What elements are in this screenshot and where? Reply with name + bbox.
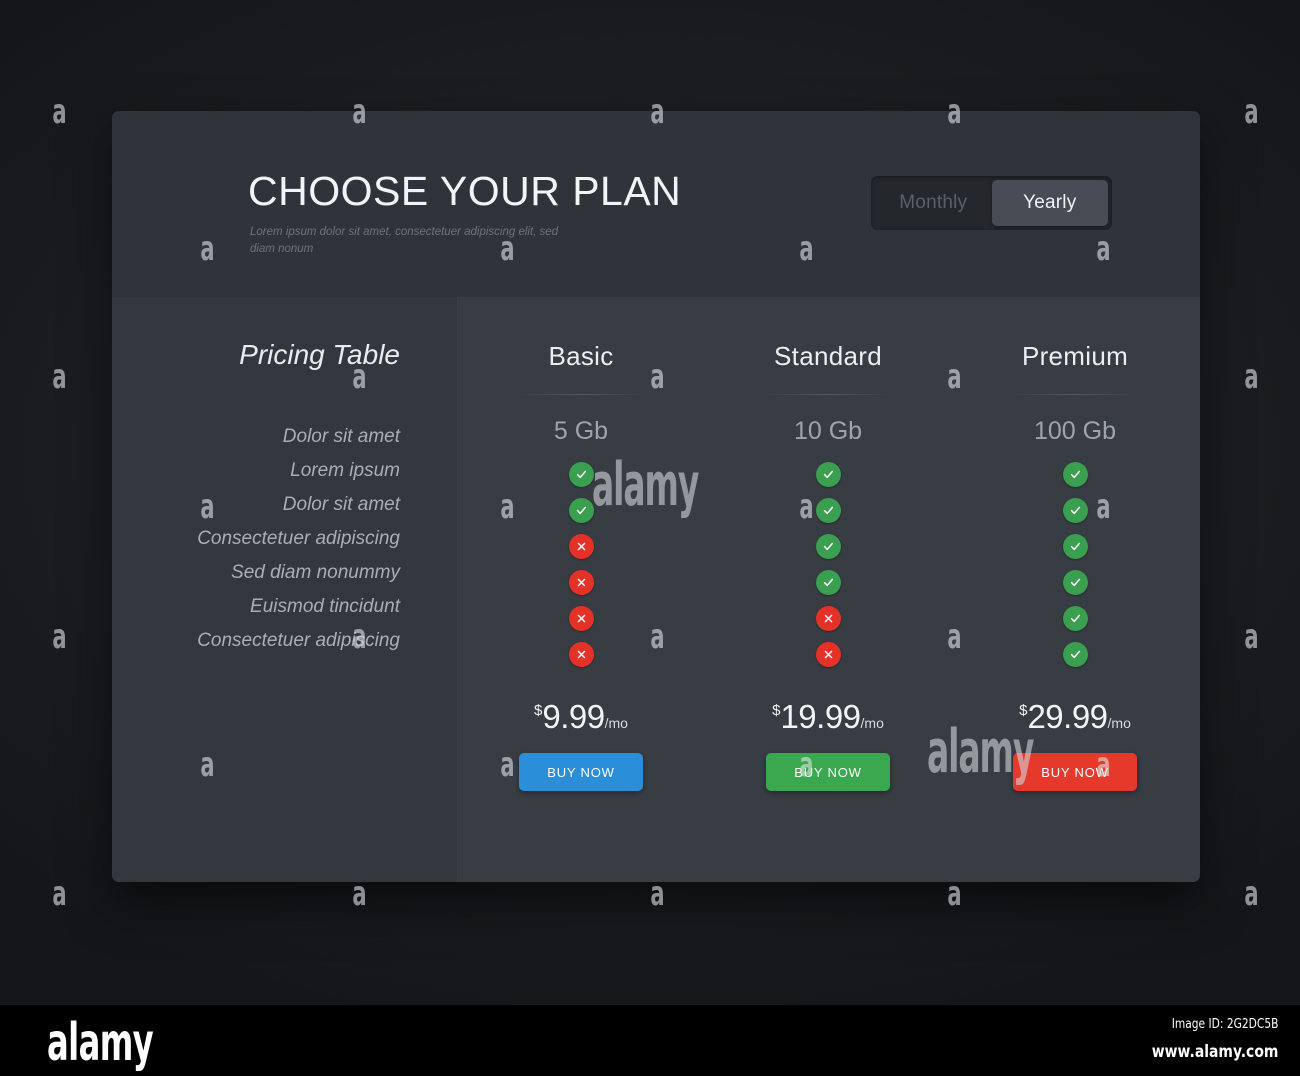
check-icon	[815, 498, 841, 523]
toggle-option-yearly[interactable]: Yearly	[991, 180, 1108, 226]
alamy-url-label: www.alamy.com	[1151, 1042, 1278, 1062]
buy-now-button-premium[interactable]: BUY NOW	[1013, 753, 1137, 791]
card-header: CHOOSE YOUR PLAN Lorem ipsum dolor sit a…	[112, 111, 1200, 297]
sidebar-title: Pricing Table	[239, 339, 400, 370]
feature-item: Dolor sit amet	[282, 493, 400, 515]
check-icon	[568, 462, 594, 487]
card-body: Pricing Table Dolor sit amet Lorem ipsum…	[112, 297, 1200, 882]
cross-icon	[568, 534, 594, 559]
plan-name: Basic	[548, 341, 614, 371]
price-period: /mo	[860, 715, 884, 731]
plan-feature-marks	[952, 462, 1198, 678]
page-subtitle: Lorem ipsum dolor sit amet, consectetuer…	[250, 226, 559, 255]
check-icon	[568, 498, 594, 523]
plans-area: Basic 5 Gb $9.99/mo BUY NOW Standard 10 …	[458, 297, 1200, 882]
cross-icon	[568, 642, 594, 667]
alamy-meta: Image ID: 2G2DC5B www.alamy.com	[1124, 1017, 1278, 1062]
plan-quota: 5 Gb	[553, 417, 609, 445]
price-period: /mo	[1107, 715, 1131, 731]
page-title: CHOOSE YOUR PLAN	[248, 168, 682, 214]
price-period: /mo	[604, 715, 628, 731]
plan-feature-marks	[458, 462, 704, 678]
pricing-table-card: CHOOSE YOUR PLAN Lorem ipsum dolor sit a…	[112, 111, 1200, 882]
plan-price: $19.99/mo	[705, 698, 951, 736]
features-sidebar: Pricing Table Dolor sit amet Lorem ipsum…	[112, 297, 458, 882]
cross-icon	[815, 606, 841, 631]
check-icon	[1062, 642, 1088, 667]
plan-column-premium: Premium 100 Gb $29.99/mo BUY NOW	[952, 297, 1198, 791]
plan-quota: 10 Gb	[793, 417, 863, 445]
screenshot-stage: CHOOSE YOUR PLAN Lorem ipsum dolor sit a…	[0, 0, 1300, 1005]
feature-item: Lorem ipsum	[290, 459, 400, 481]
check-icon	[815, 570, 841, 595]
plan-divider	[1013, 394, 1137, 395]
plan-price: $29.99/mo	[952, 698, 1198, 736]
check-icon	[1062, 462, 1088, 487]
plan-name: Standard	[774, 341, 882, 371]
plan-divider	[519, 394, 643, 395]
plan-feature-marks	[705, 462, 951, 678]
billing-period-toggle[interactable]: Monthly Yearly	[871, 176, 1112, 230]
price-amount: 9.99	[542, 698, 605, 735]
cross-icon	[568, 606, 594, 631]
price-amount: 29.99	[1027, 698, 1108, 735]
buy-now-button-basic[interactable]: BUY NOW	[519, 753, 643, 791]
buy-now-button-standard[interactable]: BUY NOW	[766, 753, 890, 791]
plan-price: $9.99/mo	[458, 698, 704, 736]
alamy-logo: alamy	[47, 1013, 154, 1073]
plan-divider	[766, 394, 890, 395]
feature-item: Euismod tincidunt	[250, 595, 400, 617]
cross-icon	[815, 642, 841, 667]
check-icon	[1062, 570, 1088, 595]
feature-item: Consectetuer adipiscing	[197, 527, 400, 549]
price-amount: 19.99	[780, 698, 861, 735]
plan-name: Premium	[1021, 341, 1129, 371]
check-icon	[1062, 534, 1088, 559]
toggle-option-monthly[interactable]: Monthly	[875, 180, 992, 226]
check-icon	[1062, 498, 1088, 523]
check-icon	[1062, 606, 1088, 631]
feature-item: Dolor sit amet	[282, 425, 400, 447]
alamy-footer-bar: alamy Image ID: 2G2DC5B www.alamy.com	[0, 1005, 1300, 1076]
plan-column-standard: Standard 10 Gb $19.99/mo BUY NOW	[705, 297, 951, 791]
feature-item: Consectetuer adipiscing	[197, 629, 400, 651]
feature-item: Sed diam nonummy	[231, 561, 400, 583]
cross-icon	[568, 570, 594, 595]
check-icon	[815, 462, 841, 487]
feature-list: Dolor sit amet Lorem ipsum Dolor sit ame…	[122, 419, 400, 657]
plan-quota: 100 Gb	[1033, 417, 1116, 445]
check-icon	[815, 534, 841, 559]
image-id-label: Image ID: 2G2DC5B	[1171, 1017, 1278, 1032]
plan-column-basic: Basic 5 Gb $9.99/mo BUY NOW	[458, 297, 704, 791]
